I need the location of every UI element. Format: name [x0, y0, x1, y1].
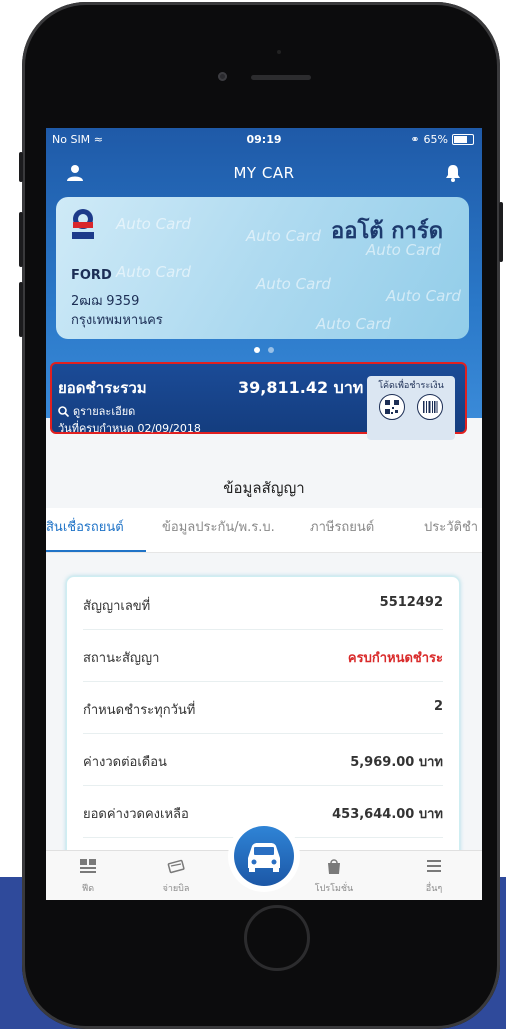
- row-label: สัญญาเลขที่: [83, 599, 151, 614]
- nav-bar: MY CAR: [46, 158, 482, 188]
- tab-pay-bill[interactable]: จ่ายบิล: [146, 851, 206, 900]
- watermark: Auto Card: [246, 227, 321, 245]
- bill-icon: [167, 859, 185, 874]
- car-province: กรุงเทพมหานคร: [71, 313, 163, 328]
- volume-up-button: [19, 212, 23, 267]
- home-button[interactable]: [244, 905, 310, 971]
- table-row: กำหนดชำระทุกวันที่ 2: [83, 681, 443, 734]
- tab-more-label: อื่นๆ: [425, 884, 443, 894]
- my-car-button[interactable]: [228, 820, 300, 892]
- tab-insurance[interactable]: ข้อมูลประกัน/พ.ร.บ.: [162, 516, 275, 537]
- tisco-logo-icon: [72, 209, 94, 239]
- payment-amount: 39,811.42 บาท: [238, 378, 364, 397]
- car-icon: [248, 843, 280, 872]
- menu-icon: [427, 860, 441, 872]
- tab-feed[interactable]: ฟีด: [58, 851, 118, 900]
- table-row: สัญญาเลขที่ 5512492: [83, 577, 443, 630]
- app-screen: No SIM ≈ 09:19 ⚭ 65% MY CAR Auto Card Au…: [46, 128, 482, 900]
- battery-percent: 65%: [423, 133, 448, 146]
- search-icon: [58, 405, 69, 417]
- tab-active-indicator: [46, 550, 146, 552]
- contract-tabs: สินเชื่อรถยนต์ ข้อมูลประกัน/พ.ร.บ. ภาษีร…: [46, 508, 482, 553]
- payment-detail-label: ดูรายละเอียด: [73, 405, 136, 418]
- my-car-button-inner: [234, 826, 294, 886]
- car-plate: 2ฒฌ 9359: [71, 294, 140, 309]
- status-bar: No SIM ≈ 09:19 ⚭ 65%: [46, 128, 482, 152]
- row-value: 453,644.00 บาท: [332, 807, 443, 822]
- row-value: 5,969.00 บาท: [350, 755, 443, 770]
- rotation-lock-icon: ⚭: [410, 133, 420, 146]
- row-label: ค่างวดต่อเดือน: [83, 755, 167, 770]
- tab-car-loan[interactable]: สินเชื่อรถยนต์: [46, 516, 124, 537]
- front-camera: [218, 72, 227, 81]
- row-value: 5512492: [379, 595, 443, 610]
- barcode-icon[interactable]: [417, 394, 443, 420]
- watermark: Auto Card: [316, 315, 391, 333]
- watermark: Auto Card: [116, 215, 191, 233]
- watermark: Auto Card: [116, 263, 191, 281]
- status-badge: ครบกำหนดชำระ: [347, 651, 443, 666]
- watermark: Auto Card: [386, 287, 461, 305]
- tab-history[interactable]: ประวัติชำ: [424, 516, 478, 537]
- payment-code-label: โค้ดเพื่อชำระเงิน: [378, 381, 444, 391]
- battery-icon: [452, 134, 474, 145]
- card-pager: [46, 347, 482, 355]
- shopping-bag-icon: [328, 859, 340, 874]
- row-label: สถานะสัญญา: [83, 651, 160, 666]
- tab-more[interactable]: อื่นๆ: [404, 851, 464, 900]
- tab-feed-label: ฟีด: [81, 884, 95, 894]
- page-title: MY CAR: [233, 164, 295, 182]
- qr-code-icon[interactable]: [379, 394, 405, 420]
- feed-icon: [80, 859, 96, 873]
- section-title: ข้อมูลสัญญา: [223, 479, 305, 497]
- watermark: Auto Card: [256, 275, 331, 293]
- proximity-sensor: [277, 50, 281, 54]
- volume-down-button: [19, 282, 23, 337]
- row-label: กำหนดชำระทุกวันที่: [83, 703, 196, 718]
- mute-switch: [19, 152, 23, 182]
- earpiece-speaker: [251, 75, 311, 80]
- bell-icon[interactable]: [444, 164, 462, 182]
- tab-pay-bill-label: จ่ายบิล: [162, 884, 190, 894]
- tab-promotion[interactable]: โปรโมชั่น: [304, 851, 364, 900]
- tab-car-tax[interactable]: ภาษีรถยนต์: [310, 516, 374, 537]
- car-make: FORD: [71, 268, 112, 283]
- auto-card[interactable]: Auto Card Auto Card Auto Card Auto Card …: [56, 197, 469, 339]
- card-brand-title: ออโต้ การ์ด: [331, 219, 443, 244]
- payment-code-box[interactable]: โค้ดเพื่อชำระเงิน: [367, 376, 455, 440]
- payment-label: ยอดชำระรวม: [58, 379, 147, 397]
- table-row: สถานะสัญญา ครบกำหนดชำระ: [83, 629, 443, 682]
- payment-due-date: วันที่ครบกำหนด 02/09/2018: [58, 422, 201, 435]
- pager-dot[interactable]: [268, 347, 274, 353]
- table-row: ค่างวดต่อเดือน 5,969.00 บาท: [83, 733, 443, 786]
- status-right: ⚭ 65%: [410, 133, 474, 146]
- row-label: ยอดค่างวดคงเหลือ: [83, 807, 189, 822]
- row-value: 2: [433, 699, 443, 714]
- payment-detail-link[interactable]: ดูรายละเอียด: [58, 402, 135, 420]
- payment-summary[interactable]: ยอดชำระรวม 39,811.42 บาท ดูรายละเอียด วั…: [50, 362, 467, 440]
- pager-dot-active[interactable]: [254, 347, 260, 353]
- power-button: [499, 202, 503, 262]
- tab-promotion-label: โปรโมชั่น: [314, 884, 354, 894]
